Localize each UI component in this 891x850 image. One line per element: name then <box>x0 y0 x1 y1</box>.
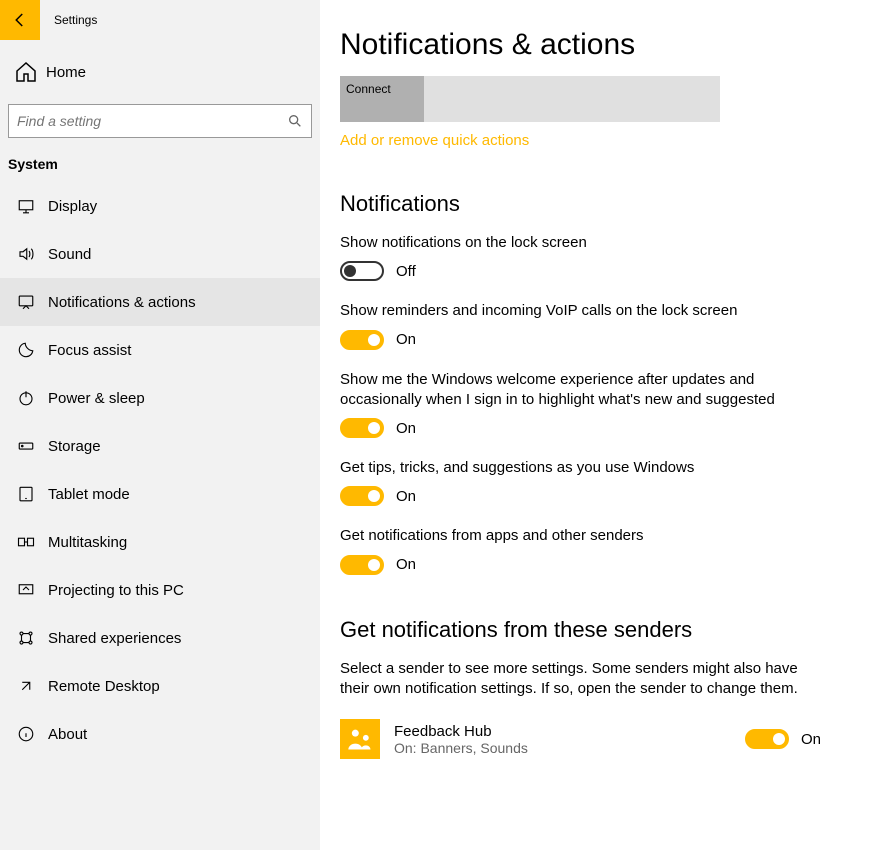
window-title: Settings <box>54 13 97 27</box>
projecting-icon <box>14 581 38 599</box>
toggle-tips[interactable] <box>340 486 384 506</box>
sidebar-item-label: Remote Desktop <box>48 678 160 695</box>
option-label: Show notifications on the lock screen <box>340 233 840 253</box>
tablet-icon <box>14 485 38 503</box>
sender-toggle-wrap: On <box>745 729 821 749</box>
search-input[interactable] <box>9 105 277 137</box>
option-tips: Get tips, tricks, and suggestions as you… <box>340 458 840 506</box>
toggle-state: On <box>396 420 416 437</box>
toggle-lock-notifications[interactable] <box>340 261 384 281</box>
sender-row-feedback-hub[interactable]: Feedback Hub On: Banners, Sounds On <box>340 719 861 759</box>
about-icon <box>14 725 38 743</box>
sidebar-item-sound[interactable]: Sound <box>0 230 320 278</box>
sender-name: Feedback Hub <box>394 723 731 740</box>
content: Notifications & actions Connect Add or r… <box>320 0 891 850</box>
page-title: Notifications & actions <box>340 28 861 62</box>
multitasking-icon <box>14 533 38 551</box>
sidebar-item-label: Notifications & actions <box>48 294 196 311</box>
remote-desktop-icon <box>14 677 38 695</box>
home-icon <box>14 60 38 84</box>
titlebar: Settings <box>0 0 320 40</box>
sidebar-item-notifications[interactable]: Notifications & actions <box>0 278 320 326</box>
sidebar-item-display[interactable]: Display <box>0 182 320 230</box>
toggle-state: Off <box>396 263 416 280</box>
sidebar-item-label: Storage <box>48 438 101 455</box>
section-heading-senders: Get notifications from these senders <box>340 617 861 643</box>
option-label: Show me the Windows welcome experience a… <box>340 370 840 411</box>
toggle-apps[interactable] <box>340 555 384 575</box>
sidebar-item-remote-desktop[interactable]: Remote Desktop <box>0 662 320 710</box>
quick-action-tile-connect[interactable]: Connect <box>340 76 424 122</box>
section-heading-notifications: Notifications <box>340 191 861 217</box>
toggle-state: On <box>396 488 416 505</box>
sidebar-item-label: Power & sleep <box>48 390 145 407</box>
home-button[interactable]: Home <box>0 52 320 92</box>
sidebar-item-label: Shared experiences <box>48 630 181 647</box>
toggle-state: On <box>396 556 416 573</box>
toggle-state: On <box>801 731 821 748</box>
sidebar-item-label: About <box>48 726 87 743</box>
feedback-hub-icon <box>340 719 380 759</box>
add-remove-quick-actions-link[interactable]: Add or remove quick actions <box>340 132 529 149</box>
sidebar-item-multitasking[interactable]: Multitasking <box>0 518 320 566</box>
shared-icon <box>14 629 38 647</box>
search-wrap <box>8 104 312 138</box>
toggle-lock-voip[interactable] <box>340 330 384 350</box>
senders-description: Select a sender to see more settings. So… <box>340 659 810 700</box>
sidebar-item-storage[interactable]: Storage <box>0 422 320 470</box>
sidebar-nav: Display Sound Notifications & actions Fo… <box>0 182 320 758</box>
quick-actions-box: Connect <box>340 76 720 122</box>
sidebar-item-label: Sound <box>48 246 91 263</box>
sidebar-item-about[interactable]: About <box>0 710 320 758</box>
toggle-welcome[interactable] <box>340 418 384 438</box>
notifications-icon <box>14 293 38 311</box>
home-label: Home <box>46 64 86 81</box>
toggle-state: On <box>396 331 416 348</box>
power-icon <box>14 389 38 407</box>
sidebar-item-label: Display <box>48 198 97 215</box>
sidebar-item-focus-assist[interactable]: Focus assist <box>0 326 320 374</box>
option-lock-notifications: Show notifications on the lock screen Of… <box>340 233 840 281</box>
sidebar-item-label: Multitasking <box>48 534 127 551</box>
option-apps: Get notifications from apps and other se… <box>340 526 840 574</box>
option-label: Get notifications from apps and other se… <box>340 526 840 546</box>
search-box[interactable] <box>8 104 312 138</box>
toggle-sender-feedback-hub[interactable] <box>745 729 789 749</box>
sound-icon <box>14 245 38 263</box>
sidebar-item-projecting[interactable]: Projecting to this PC <box>0 566 320 614</box>
display-icon <box>14 197 38 215</box>
back-button[interactable] <box>0 0 40 40</box>
sidebar-item-power-sleep[interactable]: Power & sleep <box>0 374 320 422</box>
option-label: Show reminders and incoming VoIP calls o… <box>340 301 840 321</box>
sidebar-item-tablet-mode[interactable]: Tablet mode <box>0 470 320 518</box>
back-arrow-icon <box>11 11 29 29</box>
sidebar-item-shared-experiences[interactable]: Shared experiences <box>0 614 320 662</box>
search-icon <box>287 113 303 129</box>
sidebar: Settings Home System Display Sound Notif… <box>0 0 320 850</box>
option-welcome: Show me the Windows welcome experience a… <box>340 370 840 439</box>
sidebar-item-label: Tablet mode <box>48 486 130 503</box>
sidebar-section-label: System <box>0 156 320 172</box>
focus-assist-icon <box>14 341 38 359</box>
option-label: Get tips, tricks, and suggestions as you… <box>340 458 840 478</box>
sender-text: Feedback Hub On: Banners, Sounds <box>394 723 731 756</box>
sidebar-item-label: Projecting to this PC <box>48 582 184 599</box>
sender-subtitle: On: Banners, Sounds <box>394 740 731 756</box>
storage-icon <box>14 437 38 455</box>
sidebar-item-label: Focus assist <box>48 342 131 359</box>
quick-action-label: Connect <box>346 82 391 96</box>
option-lock-voip: Show reminders and incoming VoIP calls o… <box>340 301 840 349</box>
